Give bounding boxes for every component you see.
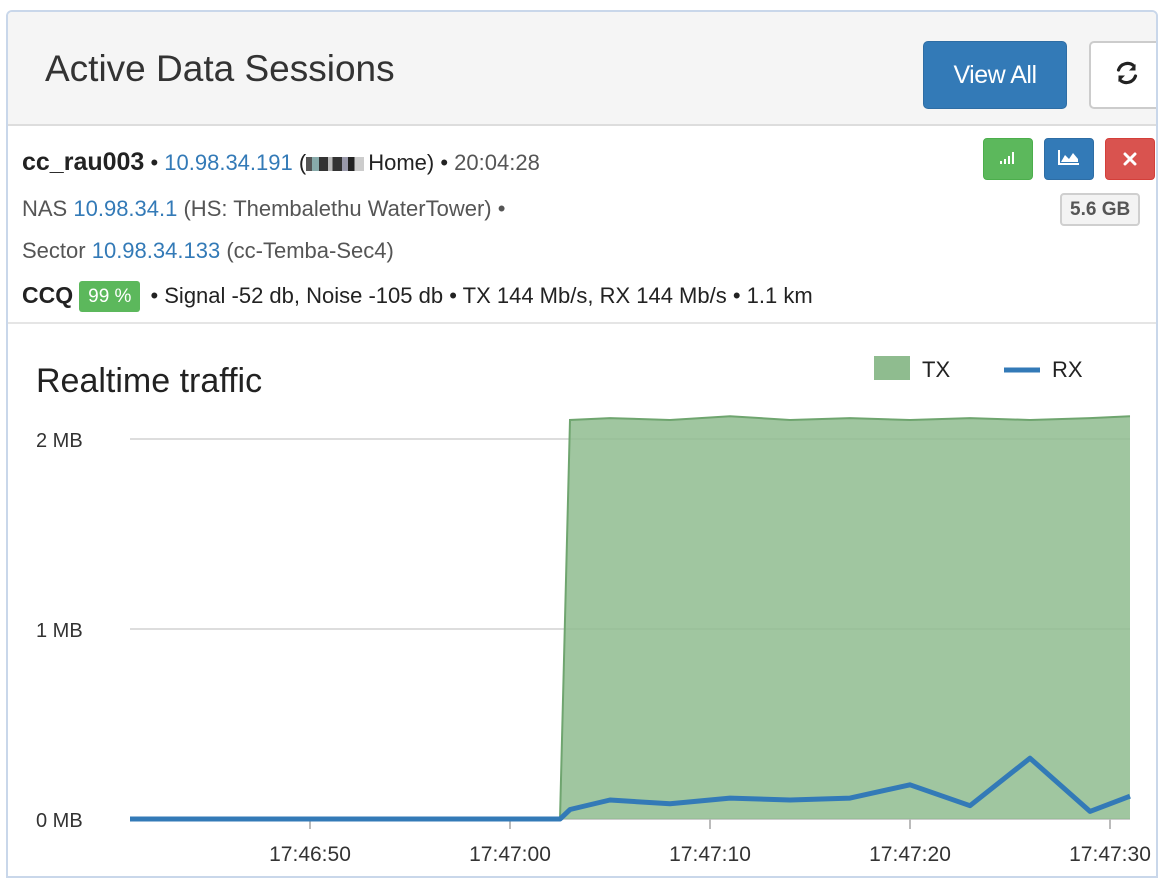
session-ip-link[interactable]: 10.98.34.191 (164, 150, 292, 175)
session-item: cc_rau003 • 10.98.34.191 (Home) • 20:04:… (8, 126, 1156, 324)
legend-label: TX (922, 357, 950, 382)
redacted-location (306, 157, 365, 172)
nas-label: NAS (22, 196, 68, 221)
sector-label: Sector (22, 238, 86, 263)
y-tick-label: 1 MB (36, 620, 83, 642)
sector-ip-link[interactable]: 10.98.34.133 (92, 238, 220, 263)
realtime-traffic-chart: Realtime traffic 0 MB 1 MB 2 MB 17:46:50 17:4… (8, 326, 1156, 876)
legend-swatch-tx (874, 356, 910, 380)
nas-ip-link[interactable]: 10.98.34.1 (73, 196, 177, 221)
ccq-badge: 99 % (79, 281, 141, 312)
active-sessions-panel: Active Data Sessions View All cc_rau003 … (6, 10, 1158, 878)
y-tick-label: 2 MB (36, 430, 83, 452)
session-line-nas: NAS 10.98.34.1 (HS: Thembalethu WaterTow… (22, 196, 505, 222)
legend-label: RX (1052, 357, 1083, 382)
session-location: Home) (368, 150, 435, 175)
chart-title: Realtime traffic (36, 362, 262, 400)
disconnect-button[interactable] (1105, 138, 1155, 180)
close-icon (1123, 146, 1137, 172)
x-tick-label: 17:47:10 (669, 843, 751, 866)
data-usage-badge: 5.6 GB (1060, 193, 1141, 226)
ccq-label: CCQ (22, 282, 74, 308)
panel-title: Active Data Sessions (45, 48, 395, 89)
session-line-ccq: CCQ 99 % • Signal -52 db, Noise -105 db • … (22, 281, 813, 312)
y-tick-label: 0 MB (36, 810, 83, 832)
nas-hotspot: (HS: Thembalethu WaterTower) • (183, 196, 506, 221)
session-line-sector: Sector 10.98.34.133 (cc-Temba-Sec4) (22, 238, 394, 264)
sector-name: (cc-Temba-Sec4) (226, 238, 394, 263)
panel-header: Active Data Sessions View All (8, 12, 1156, 126)
x-tick-label: 17:47:30 (1069, 843, 1151, 866)
area-chart-icon (1058, 149, 1080, 170)
traffic-chart-svg: Realtime traffic 0 MB 1 MB 2 MB 17:46:50 17:4… (36, 356, 1151, 866)
signal-button[interactable] (983, 138, 1033, 180)
session-stats: • Signal -52 db, Noise -105 db • TX 144 … (150, 283, 813, 308)
traffic-chart-button[interactable] (1044, 138, 1094, 180)
series-area-tx (130, 416, 1130, 819)
session-username: cc_rau003 (22, 148, 145, 176)
x-tick-label: 17:47:20 (869, 843, 951, 866)
refresh-icon (1115, 61, 1139, 90)
session-line-user: cc_rau003 • 10.98.34.191 (Home) • 20:04:… (22, 148, 540, 176)
view-all-button[interactable]: View All (923, 41, 1067, 109)
session-time: 20:04:28 (454, 150, 540, 175)
x-tick-label: 17:46:50 (269, 843, 351, 866)
refresh-button[interactable] (1089, 41, 1156, 109)
signal-icon (999, 150, 1017, 169)
x-tick-label: 17:47:00 (469, 843, 551, 866)
